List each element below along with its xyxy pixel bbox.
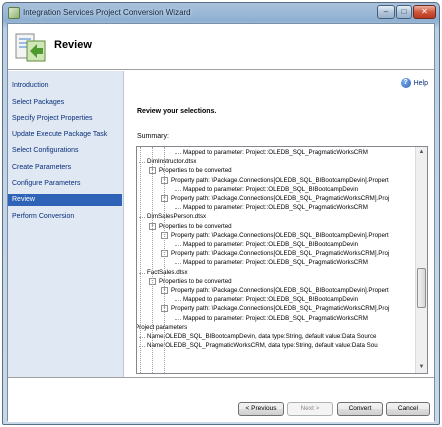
tree-connector-line bbox=[175, 189, 181, 191]
tree-guide-line bbox=[140, 147, 141, 373]
wizard-nav: Introduction Select Packages Specify Proje… bbox=[8, 71, 124, 377]
help-icon: ? bbox=[400, 78, 411, 89]
scroll-thumb[interactable] bbox=[417, 268, 426, 308]
vertical-scrollbar[interactable]: ▲ ▼ bbox=[415, 147, 427, 373]
tree-node[interactable]: Property path: \Package.Connections[OLED… bbox=[171, 231, 389, 240]
nav-item-specify-project-properties[interactable]: Specify Project Properties bbox=[8, 113, 122, 125]
nav-item-select-configurations[interactable]: Select Configurations bbox=[8, 145, 122, 157]
wizard-header: Review bbox=[8, 24, 434, 70]
tree-node[interactable]: DimSalesPerson.dtsx bbox=[147, 212, 206, 221]
summary-label: Summary: bbox=[137, 133, 169, 140]
nav-item-perform-conversion[interactable]: Perform Conversion bbox=[8, 211, 122, 223]
convert-button[interactable]: Convert bbox=[337, 402, 383, 416]
help-label: Help bbox=[413, 80, 428, 87]
scroll-down-arrow-icon[interactable]: ▼ bbox=[416, 362, 427, 373]
app-icon bbox=[8, 7, 20, 19]
page-title: Review bbox=[54, 39, 92, 51]
nav-item-configure-parameters[interactable]: Configure Parameters bbox=[8, 178, 122, 190]
nav-item-create-parameters[interactable]: Create Parameters bbox=[8, 162, 122, 174]
window-title: Integration Services Project Conversion … bbox=[23, 8, 191, 17]
tree-node[interactable]: Property path: \Package.Connections[OLED… bbox=[171, 249, 389, 258]
scroll-up-arrow-icon[interactable]: ▲ bbox=[416, 147, 427, 158]
minimize-button[interactable]: – bbox=[377, 5, 395, 19]
nav-item-select-packages[interactable]: Select Packages bbox=[8, 97, 122, 109]
tree-node[interactable]: DimInstructor.dtsx bbox=[147, 157, 197, 166]
cancel-button[interactable]: Cancel bbox=[386, 402, 430, 416]
tree-connector-line bbox=[175, 245, 181, 246]
conversion-wizard-icon bbox=[15, 33, 46, 62]
tree-node[interactable]: Mapped to parameter: Project::OLEDB_SQL_… bbox=[183, 295, 358, 304]
tree-node[interactable]: Mapped to parameter: Project::OLEDB_SQL_… bbox=[183, 314, 368, 323]
wizard-window: Integration Services Project Conversion … bbox=[2, 2, 440, 425]
tree-node[interactable]: Property path: \Package.Connections[OLED… bbox=[171, 176, 389, 185]
tree-guide-line bbox=[152, 147, 153, 373]
tree-node[interactable]: Mapped to parameter: Project::OLEDB_SQL_… bbox=[183, 185, 358, 194]
review-heading: Review your selections. bbox=[137, 108, 217, 115]
nav-item-update-execute-package-task[interactable]: Update Execute Package Task bbox=[8, 129, 122, 141]
tree-node[interactable]: Property path: \Package.Connections[OLED… bbox=[171, 304, 389, 313]
tree-node[interactable]: Mapped to parameter: Project::OLEDB_SQL_… bbox=[183, 258, 368, 267]
tree-connector-line bbox=[175, 318, 181, 320]
tree-node[interactable]: Property path: \Package.Connections[OLED… bbox=[171, 194, 389, 203]
maximize-button[interactable]: □ bbox=[396, 5, 412, 19]
wizard-footer: < Previous Next > Convert Cancel bbox=[8, 377, 434, 422]
tree-connector-line bbox=[175, 153, 181, 154]
summary-tree-viewport: Mapped to parameter: Project::OLEDB_SQL_… bbox=[137, 147, 416, 373]
tree-node[interactable]: Mapped to parameter: Project::OLEDB_SQL_… bbox=[183, 203, 368, 212]
close-button[interactable]: ✕ bbox=[413, 5, 436, 19]
tree-node[interactable]: FactSales.dtsx bbox=[147, 268, 188, 277]
review-panel: ? Help Review your selections. Summary: M… bbox=[125, 71, 434, 377]
next-button[interactable]: Next > bbox=[287, 402, 333, 416]
tree-guide-line bbox=[164, 147, 165, 373]
summary-tree[interactable]: Mapped to parameter: Project::OLEDB_SQL_… bbox=[136, 146, 428, 374]
wizard-client-area: Review Introduction Select Packages Specif… bbox=[7, 23, 435, 422]
tree-connector-line bbox=[175, 300, 181, 302]
tree-node[interactable]: Mapped to parameter: Project::OLEDB_SQL_… bbox=[183, 240, 358, 249]
help-link[interactable]: ? Help bbox=[400, 78, 428, 90]
nav-item-introduction[interactable]: Introduction bbox=[8, 80, 122, 92]
tree-connector-line bbox=[175, 263, 181, 265]
tree-connector-line bbox=[175, 208, 181, 210]
tree-node[interactable]: Mapped to parameter: Project::OLEDB_SQL_… bbox=[183, 148, 368, 157]
title-bar[interactable]: Integration Services Project Conversion … bbox=[3, 3, 439, 23]
tree-node[interactable]: Name:OLEDB_SQL_BIBootcampDevin, data typ… bbox=[147, 332, 376, 341]
nav-item-review[interactable]: Review bbox=[8, 194, 122, 207]
tree-node[interactable]: Properties to be converted bbox=[159, 222, 232, 231]
tree-node[interactable]: Properties to be converted bbox=[159, 277, 232, 286]
tree-node[interactable]: Property path: \Package.Connections[OLED… bbox=[171, 286, 389, 295]
previous-button[interactable]: < Previous bbox=[238, 402, 284, 416]
tree-node[interactable]: Properties to be converted bbox=[159, 166, 232, 175]
tree-node[interactable]: Project parameters bbox=[137, 323, 187, 332]
tree-node[interactable]: Name:OLEDB_SQL_PragmaticWorksCRM, data t… bbox=[147, 341, 378, 350]
